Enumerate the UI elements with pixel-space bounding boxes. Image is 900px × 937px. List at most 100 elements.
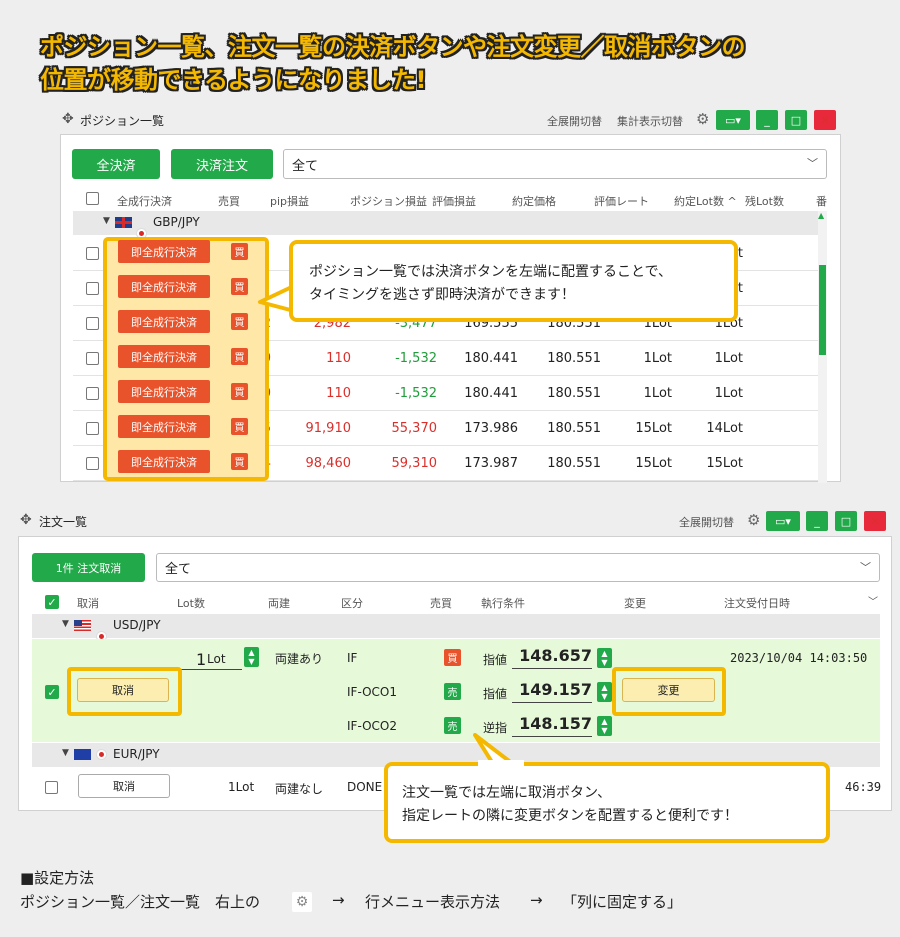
market-close-button[interactable]: 即全成行決済 [118,450,210,473]
col-header[interactable]: 取消 [77,595,99,611]
cell-rate: 180.551 [547,456,601,471]
price-stepper[interactable]: ▲ ▼ [597,716,612,736]
jp-flag-icon [96,749,107,760]
maximize-icon[interactable]: □ [835,511,857,531]
col-header[interactable]: 注文受付日時 [724,595,790,611]
gear-icon[interactable]: ⚙ [747,511,760,529]
row-checkbox[interactable] [86,247,99,260]
col-header[interactable]: 区分 [341,595,363,611]
row-checkbox[interactable] [86,457,99,470]
position-panel-titlebar: ✥ ポジション一覧 全展開切替 集計表示切替 ⚙ ▭▾ _ □ ✕ [60,110,840,130]
col-header[interactable]: 残Lot数 [745,193,784,209]
lot-unit: Lot [207,652,226,666]
col-header[interactable]: Lot数 [177,595,205,611]
close-all-button[interactable]: 全決済 [72,149,160,179]
move-handle-icon[interactable]: ✥ [62,111,74,127]
select-all-checkbox[interactable]: ✓ [45,595,59,609]
select-all-checkbox[interactable] [86,192,99,205]
row-checkbox[interactable]: ✓ [45,685,59,699]
col-header[interactable]: 売買 [218,193,240,209]
market-close-button[interactable]: 即全成行決済 [118,310,210,333]
col-header[interactable]: 全成行決済 [117,193,172,209]
col-header[interactable]: 売買 [430,595,452,611]
row-checkbox[interactable] [86,387,99,400]
col-header[interactable]: 評価レート [594,193,649,209]
market-close-button[interactable]: 即全成行決済 [118,240,210,263]
cell-remain: 1Lot [714,386,743,401]
buy-badge: 買 [231,278,248,295]
buy-badge: 買 [231,313,248,330]
market-close-button[interactable]: 即全成行決済 [118,275,210,298]
order-type: IF-OCO1 [347,685,398,699]
row-checkbox[interactable] [86,282,99,295]
gear-icon[interactable]: ⚙ [696,110,709,128]
col-header[interactable]: 執行条件 [481,595,525,611]
window-menu-icon[interactable]: ▭▾ [716,110,750,130]
market-close-button[interactable]: 即全成行決済 [118,345,210,368]
expand-triangle-icon[interactable]: ▼ [103,216,110,226]
window-menu-icon[interactable]: ▭▾ [766,511,800,531]
scrollbar[interactable]: ▲ [818,211,827,483]
maximize-icon[interactable]: □ [785,110,807,130]
summary-toggle[interactable]: 集計表示切替 [617,113,683,129]
filter-value: 全て [292,158,319,174]
col-header[interactable]: pip損益 [270,193,309,209]
lot-input-underline [180,669,242,670]
close-icon[interactable]: ✕ [864,511,886,531]
row-checkbox[interactable] [86,422,99,435]
chevron-down-icon: ﹀ [860,560,871,574]
cell-remain: 14Lot [706,421,743,436]
group-label: GBP/JPY [153,215,200,229]
cancel-button[interactable]: 取消 [78,774,170,798]
move-handle-icon[interactable]: ✥ [20,512,32,528]
condition-label: 指値 [483,687,508,701]
lot-value[interactable]: 1 [196,650,206,669]
price-stepper[interactable]: ▲ ▼ [597,682,612,702]
position-filter-select[interactable]: 全て ﹀ [283,149,827,179]
order-filter-select[interactable]: 全て ﹀ [156,553,880,582]
col-header[interactable]: ポジション損益 [350,193,427,209]
expand-triangle-icon[interactable]: ▼ [62,619,69,629]
col-header[interactable]: 約定Lot数 ^ [674,193,737,209]
col-header[interactable]: 両建 [268,595,290,611]
col-header[interactable]: 変更 [624,595,646,611]
change-button[interactable]: 変更 [622,678,715,702]
hedge-label: 両建なし [275,782,324,796]
lot-stepper[interactable]: ▲ ▼ [244,647,259,667]
cell-pnl: 110 [326,386,351,401]
cell-eval: -1,532 [395,351,437,366]
minimize-icon[interactable]: _ [806,511,828,531]
col-header[interactable]: 約定価格 [512,193,556,209]
group-row-gbpjpy[interactable]: ▼ GBP/JPY [73,211,827,239]
price-input[interactable]: 149.157 [512,680,592,703]
chevron-down-icon[interactable]: ﹀ [868,593,878,608]
col-header[interactable]: 評価損益 [432,193,476,209]
scrollbar-thumb[interactable] [819,265,826,355]
close-order-button[interactable]: 決済注文 [171,149,273,179]
row-checkbox[interactable] [45,781,58,794]
expand-toggle[interactable]: 全展開切替 [679,514,734,530]
minimize-icon[interactable]: _ [756,110,778,130]
market-close-button[interactable]: 即全成行決済 [118,380,210,403]
row-checkbox[interactable] [86,352,99,365]
callout-pointer-mask [296,303,316,317]
group-row-usdjpy[interactable]: ▼ USD/JPY [32,614,880,642]
close-icon[interactable]: ✕ [814,110,836,130]
cancel-selected-button[interactable]: 1件 注文取消 [32,553,145,582]
scroll-up-icon[interactable]: ▲ [818,211,824,220]
market-close-button[interactable]: 即全成行決済 [118,415,210,438]
col-header[interactable]: 番 [816,193,827,209]
price-input[interactable]: 148.657 [512,646,592,669]
expand-triangle-icon[interactable]: ▼ [62,748,69,758]
eu-flag-icon [74,749,91,760]
cancel-button[interactable]: 取消 [77,678,169,702]
cell-lot: 1Lot [643,351,672,366]
cell-pnl: 91,910 [305,421,352,436]
row-checkbox[interactable] [86,317,99,330]
callout-line: 指定レートの隣に変更ボタンを配置すると便利です！ [402,808,738,824]
position-panel-title: ポジション一覧 [80,114,165,128]
cell-lot: 15Lot [635,421,672,436]
price-stepper[interactable]: ▲ ▼ [597,648,612,668]
expand-toggle[interactable]: 全展開切替 [547,113,602,129]
buy-badge: 買 [231,453,248,470]
